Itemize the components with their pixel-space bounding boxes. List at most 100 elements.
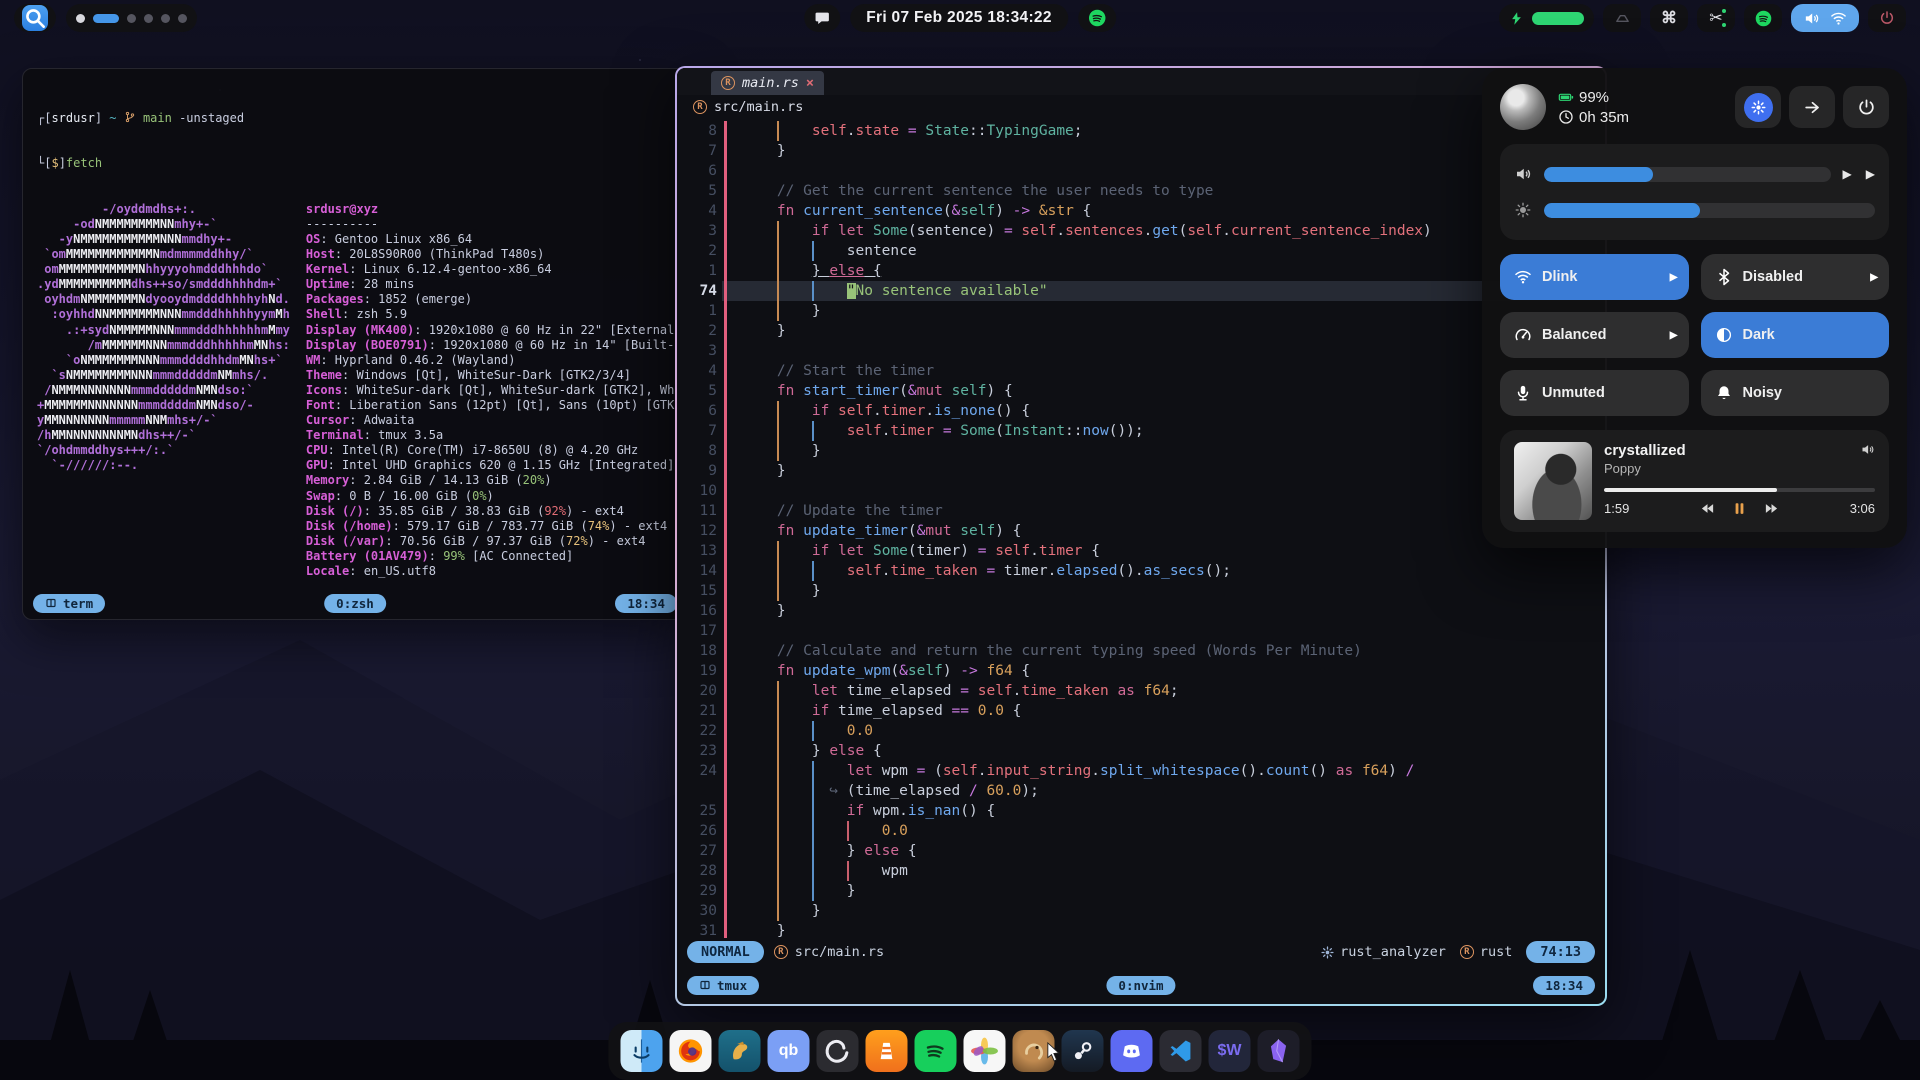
top-bar: Fri 07 Feb 2025 18:34:22 ⌘ ✂ bbox=[0, 0, 1920, 36]
audio-network-pill[interactable] bbox=[1791, 4, 1859, 32]
tmux-status-bar: term 0:zsh 18:34 bbox=[23, 591, 687, 615]
code-line: 4 // Start the timer bbox=[677, 361, 1605, 381]
workspace-3-empty[interactable] bbox=[127, 14, 136, 23]
fetch-info-line: Cursor: Adwaita bbox=[306, 413, 687, 428]
dock-item-dollar-w-app[interactable]: $W bbox=[1209, 1030, 1251, 1072]
dock-item-qbittorrent[interactable]: qb bbox=[768, 1030, 810, 1072]
code-line: 20 let time_elapsed = self.time_taken as… bbox=[677, 681, 1605, 701]
previous-track-icon[interactable] bbox=[1700, 501, 1715, 516]
dock-item-obsidian[interactable] bbox=[1258, 1030, 1300, 1072]
tmux-session-pill[interactable]: 0:zsh bbox=[324, 594, 386, 613]
screenshot-button[interactable]: ✂ bbox=[1697, 4, 1735, 32]
chat-bubble-icon bbox=[814, 10, 830, 26]
code-line: 29 } bbox=[677, 881, 1605, 901]
avatar[interactable] bbox=[1500, 84, 1546, 130]
tmux-clock-pill: 18:34 bbox=[615, 594, 677, 613]
chevron-right-icon[interactable]: ▶ bbox=[1670, 330, 1678, 341]
dock-item-label: $W bbox=[1218, 1042, 1242, 1060]
code-line: 10 bbox=[677, 481, 1605, 501]
brightness-slider[interactable] bbox=[1544, 203, 1875, 218]
output-select-icon[interactable]: ▶ bbox=[1843, 167, 1852, 181]
spotify-indicator[interactable] bbox=[1078, 4, 1116, 32]
fetch-info-line: ---------- bbox=[306, 217, 687, 232]
dock-item-finder[interactable] bbox=[621, 1030, 663, 1072]
keybinds-button[interactable]: ⌘ bbox=[1650, 4, 1688, 32]
terminal-window[interactable]: ┌[srdusr] ~ main -unstaged └[$]fetch -/o… bbox=[22, 68, 688, 620]
code-line: 1 } else { bbox=[677, 261, 1605, 281]
code-line: ↪ (time_elapsed / 60.0); bbox=[677, 781, 1605, 801]
fetch-info-line: Display (MK400): 1920x1080 @ 60 Hz in 22… bbox=[306, 323, 687, 338]
cursor-position: 74:13 bbox=[1526, 941, 1595, 963]
code-line: 3 if let Some(sentence) = self.sentences… bbox=[677, 221, 1605, 241]
fetch-info-line: GPU: Intel UHD Graphics 620 @ 1.15 GHz [… bbox=[306, 458, 687, 473]
clock[interactable]: Fri 07 Feb 2025 18:34:22 bbox=[850, 4, 1068, 32]
workspace-4-empty[interactable] bbox=[144, 14, 153, 23]
fetch-info-line: Icons: WhiteSur-dark [Qt], WhiteSur-dark… bbox=[306, 383, 687, 398]
next-track-icon[interactable] bbox=[1764, 501, 1779, 516]
code-line-cursor: 74 "No sentence available" bbox=[677, 281, 1605, 301]
toggle-balanced[interactable]: Balanced▶ bbox=[1500, 312, 1689, 358]
output-expand-icon[interactable]: ▶ bbox=[1866, 167, 1875, 181]
toggle-unmuted[interactable]: Unmuted bbox=[1500, 370, 1689, 416]
dock-item-photos[interactable] bbox=[964, 1030, 1006, 1072]
idle-inhibitor-button[interactable] bbox=[1603, 4, 1641, 32]
code-line: 31 } bbox=[677, 921, 1605, 938]
toggle-dark[interactable]: Dark bbox=[1701, 312, 1890, 358]
code-buffer[interactable]: 8 self.state = State::TypingGame;7 }65 /… bbox=[677, 119, 1605, 938]
code-line: 11 // Update the timer bbox=[677, 501, 1605, 521]
window-icon bbox=[45, 597, 57, 609]
tmux-window-pill[interactable]: tmux bbox=[687, 976, 759, 995]
code-line: 27 } else { bbox=[677, 841, 1605, 861]
dock: qb $W bbox=[609, 1022, 1312, 1080]
battery-indicator[interactable] bbox=[1499, 4, 1594, 32]
toggle-dlink[interactable]: Dlink▶ bbox=[1500, 254, 1689, 300]
album-art[interactable] bbox=[1514, 442, 1592, 520]
gentoo-ascii-logo: -/oyddmdhs+:. -odNMMMMMMMMNNmhy+-` -yNMM… bbox=[37, 202, 290, 589]
power-icon bbox=[1879, 10, 1895, 26]
dock-item-discord[interactable] bbox=[1111, 1030, 1153, 1072]
chevron-right-icon[interactable]: ▶ bbox=[1670, 272, 1678, 283]
power-menu-button[interactable] bbox=[1843, 86, 1889, 128]
tab-label: main.rs bbox=[742, 75, 799, 91]
dock-item-spotify[interactable] bbox=[915, 1030, 957, 1072]
rust-icon: R bbox=[721, 76, 735, 90]
code-line: 24 let wpm = (self.input_string.split_wh… bbox=[677, 761, 1605, 781]
code-line: 14 self.time_taken = timer.elapsed().as_… bbox=[677, 561, 1605, 581]
logout-button[interactable] bbox=[1789, 86, 1835, 128]
power-button[interactable] bbox=[1868, 4, 1906, 32]
bell-icon bbox=[1715, 384, 1733, 402]
tmux-session-pill[interactable]: 0:nvim bbox=[1106, 976, 1175, 995]
dock-item-obs[interactable] bbox=[817, 1030, 859, 1072]
dock-item-vscode[interactable] bbox=[1160, 1030, 1202, 1072]
code-line: 21 if time_elapsed == 0.0 { bbox=[677, 701, 1605, 721]
editor-window[interactable]: R main.rs × R src/main.rs 8 self.state =… bbox=[675, 66, 1607, 1006]
tab-main-rs[interactable]: R main.rs × bbox=[711, 71, 824, 95]
dock-item-vlc[interactable] bbox=[866, 1030, 908, 1072]
speaker-icon bbox=[1803, 10, 1820, 27]
toggle-noisy[interactable]: Noisy bbox=[1701, 370, 1890, 416]
speaker-icon[interactable] bbox=[1860, 442, 1875, 457]
toggle-disabled[interactable]: Disabled▶ bbox=[1701, 254, 1890, 300]
search-button[interactable] bbox=[22, 5, 48, 31]
workspace-5-empty[interactable] bbox=[161, 14, 170, 23]
dock-item-firefox[interactable] bbox=[670, 1030, 712, 1072]
notifications-button[interactable] bbox=[804, 4, 840, 32]
workspace-indicator bbox=[66, 4, 197, 32]
chevron-right-icon[interactable]: ▶ bbox=[1870, 272, 1878, 283]
tmux-window-pill[interactable]: term bbox=[33, 594, 105, 613]
workspace-1-occupied[interactable] bbox=[76, 14, 85, 23]
workspace-6-empty[interactable] bbox=[178, 14, 187, 23]
volume-slider[interactable] bbox=[1544, 167, 1831, 182]
fetch-info-line: Display (BOE0791): 1920x1080 @ 60 Hz in … bbox=[306, 338, 687, 353]
pause-icon[interactable] bbox=[1731, 500, 1748, 517]
fetch-info-line: CPU: Intel(R) Core(TM) i7-8650U (8) @ 4.… bbox=[306, 443, 687, 458]
track-progress-bar[interactable] bbox=[1604, 488, 1875, 492]
spotify-button[interactable] bbox=[1744, 4, 1782, 32]
tab-close-icon[interactable]: × bbox=[806, 75, 814, 91]
code-line: 4 fn current_sentence(&self) -> &str { bbox=[677, 201, 1605, 221]
fetch-info-line: Terminal: tmux 3.5a bbox=[306, 428, 687, 443]
workspace-2-active[interactable] bbox=[93, 14, 119, 23]
dock-item-bird-app[interactable] bbox=[719, 1030, 761, 1072]
code-line: 6 if self.timer.is_none() { bbox=[677, 401, 1605, 421]
settings-button[interactable] bbox=[1735, 86, 1781, 128]
